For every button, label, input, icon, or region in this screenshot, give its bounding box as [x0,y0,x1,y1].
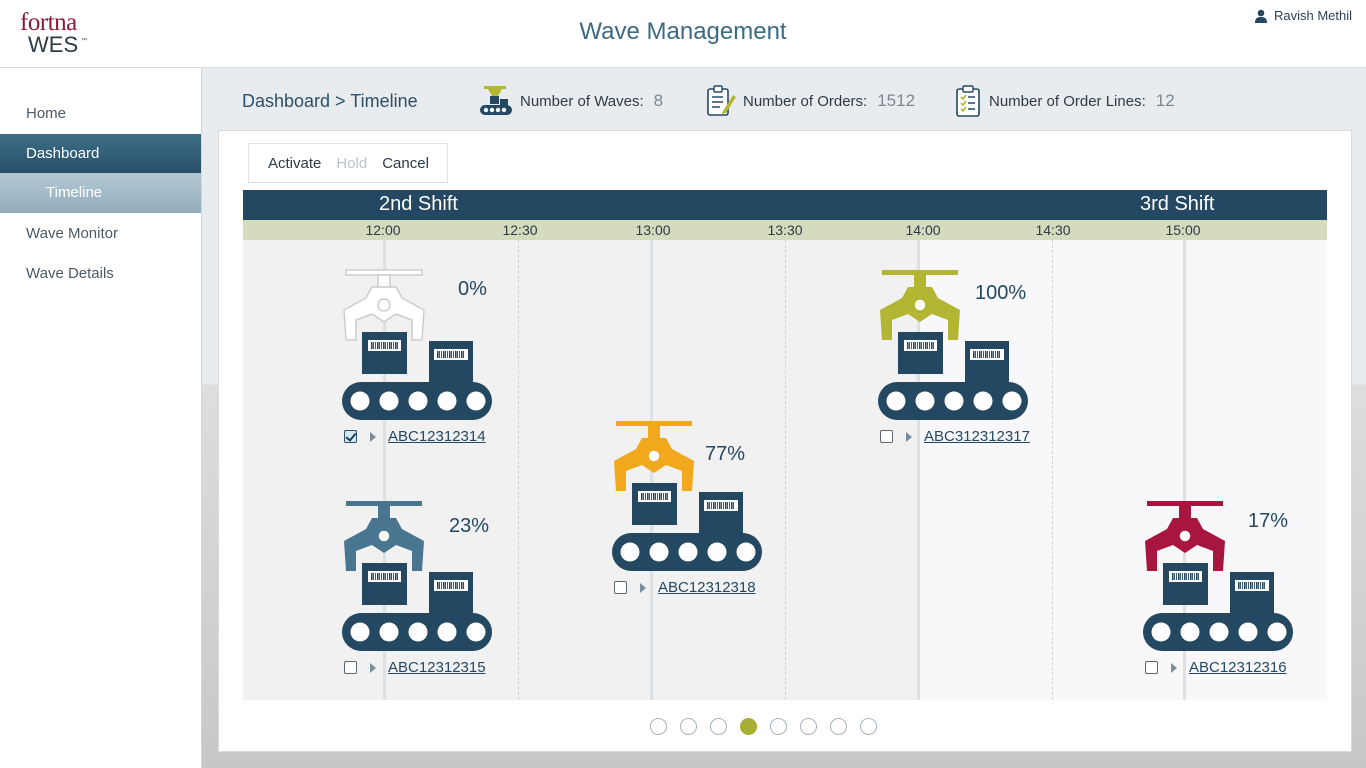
stat-waves: Number of Waves: 8 [478,84,663,118]
user-icon [1254,9,1267,23]
time-label: 12:00 [365,222,401,238]
wave-card[interactable]: 100% ABC312312317 [874,262,1044,472]
hold-button[interactable]: Hold [336,155,367,172]
wave-percent: 100% [975,282,1027,304]
stat-order-lines: Number of Order Lines: 12 [955,84,1175,118]
half-hour-gridline [1052,240,1053,700]
user-menu[interactable]: Ravish Methil [1254,8,1352,23]
wave-machine-icon [612,421,762,571]
page-dot-7[interactable] [830,718,847,735]
wave-percent: 23% [449,515,490,537]
page-dot-4[interactable] [740,718,757,735]
half-hour-gridline [518,240,519,700]
wave-checkbox[interactable] [344,430,357,443]
sidebar-item-wave-monitor[interactable]: Wave Monitor [0,214,201,254]
shift-label-3rd: 3rd Shift [1140,193,1215,215]
clipboard-edit-icon [707,85,736,116]
cancel-button[interactable]: Cancel [382,155,429,172]
sidebar-item-dashboard[interactable]: Dashboard [0,134,201,174]
wave-checkbox[interactable] [880,430,893,443]
expand-arrow-icon[interactable] [370,662,376,673]
wave-percent: 77% [705,443,746,465]
stat-orders: Number of Orders: 1512 [705,84,915,118]
wave-card[interactable]: 77% ABC12312318 [608,413,778,623]
time-label: 15:00 [1165,222,1201,238]
wave-checkbox[interactable] [344,661,357,674]
wave-percent: 0% [458,278,487,300]
sidebar: Home Dashboard Timeline Wave Monitor Wav… [0,68,202,768]
time-label: 13:30 [767,222,803,238]
wave-id-link[interactable]: ABC12312315 [388,659,486,676]
wave-id-link[interactable]: ABC12312314 [388,428,486,445]
user-name: Ravish Methil [1273,8,1352,23]
wave-card[interactable]: 0% ABC12312314 [338,262,508,472]
action-toolbar: Activate Hold Cancel [248,143,448,183]
wave-machine-icon [480,86,512,115]
expand-arrow-icon[interactable] [906,431,912,442]
wave-card[interactable]: 17% ABC12312316 [1139,493,1309,703]
expand-arrow-icon[interactable] [640,582,646,593]
page-dot-2[interactable] [680,718,697,735]
checklist-icon [956,85,980,117]
page-dot-8[interactable] [860,718,877,735]
shift-header: 2nd Shift 3rd Shift [243,190,1327,220]
time-label: 12:30 [502,222,538,238]
stat-order-lines-value: 12 [1155,91,1175,110]
time-label: 14:00 [905,222,941,238]
wave-percent: 17% [1248,510,1289,532]
stat-orders-label: Number of Orders: [743,92,868,110]
wave-id-link[interactable]: ABC312312317 [924,428,1030,445]
page-title: Wave Management [579,18,787,45]
wave-id-link[interactable]: ABC12312316 [1189,659,1287,676]
page-dot-1[interactable] [650,718,667,735]
wave-checkbox[interactable] [614,581,627,594]
activate-button[interactable]: Activate [268,155,321,172]
time-label: 14:30 [1035,222,1071,238]
stat-orders-value: 1512 [877,91,916,110]
stat-waves-value: 8 [653,91,664,110]
expand-arrow-icon[interactable] [1171,662,1177,673]
sidebar-item-timeline[interactable]: Timeline [0,173,201,213]
wave-id-link[interactable]: ABC12312318 [658,579,756,596]
page-dot-5[interactable] [770,718,787,735]
page-dot-6[interactable] [800,718,817,735]
app-header: fortna WES ™ Wave Management Ravish Meth… [0,0,1366,68]
stat-waves-label: Number of Waves: [520,92,644,110]
half-hour-gridline [785,240,786,700]
breadcrumb: Dashboard > Timeline [242,91,418,111]
wave-checkbox[interactable] [1145,661,1158,674]
expand-arrow-icon[interactable] [370,431,376,442]
time-label: 13:00 [635,222,671,238]
time-axis: 12:00 12:30 13:00 13:30 14:00 14:30 15:0… [243,220,1327,240]
sidebar-item-home[interactable]: Home [0,94,201,134]
stat-order-lines-label: Number of Order Lines: [989,92,1146,110]
page-indicator [650,718,890,735]
sidebar-item-wave-details[interactable]: Wave Details [0,254,201,294]
page-dot-3[interactable] [710,718,727,735]
wave-card[interactable]: 23% ABC12312315 [338,493,508,703]
shift-label-2nd: 2nd Shift [379,193,458,215]
